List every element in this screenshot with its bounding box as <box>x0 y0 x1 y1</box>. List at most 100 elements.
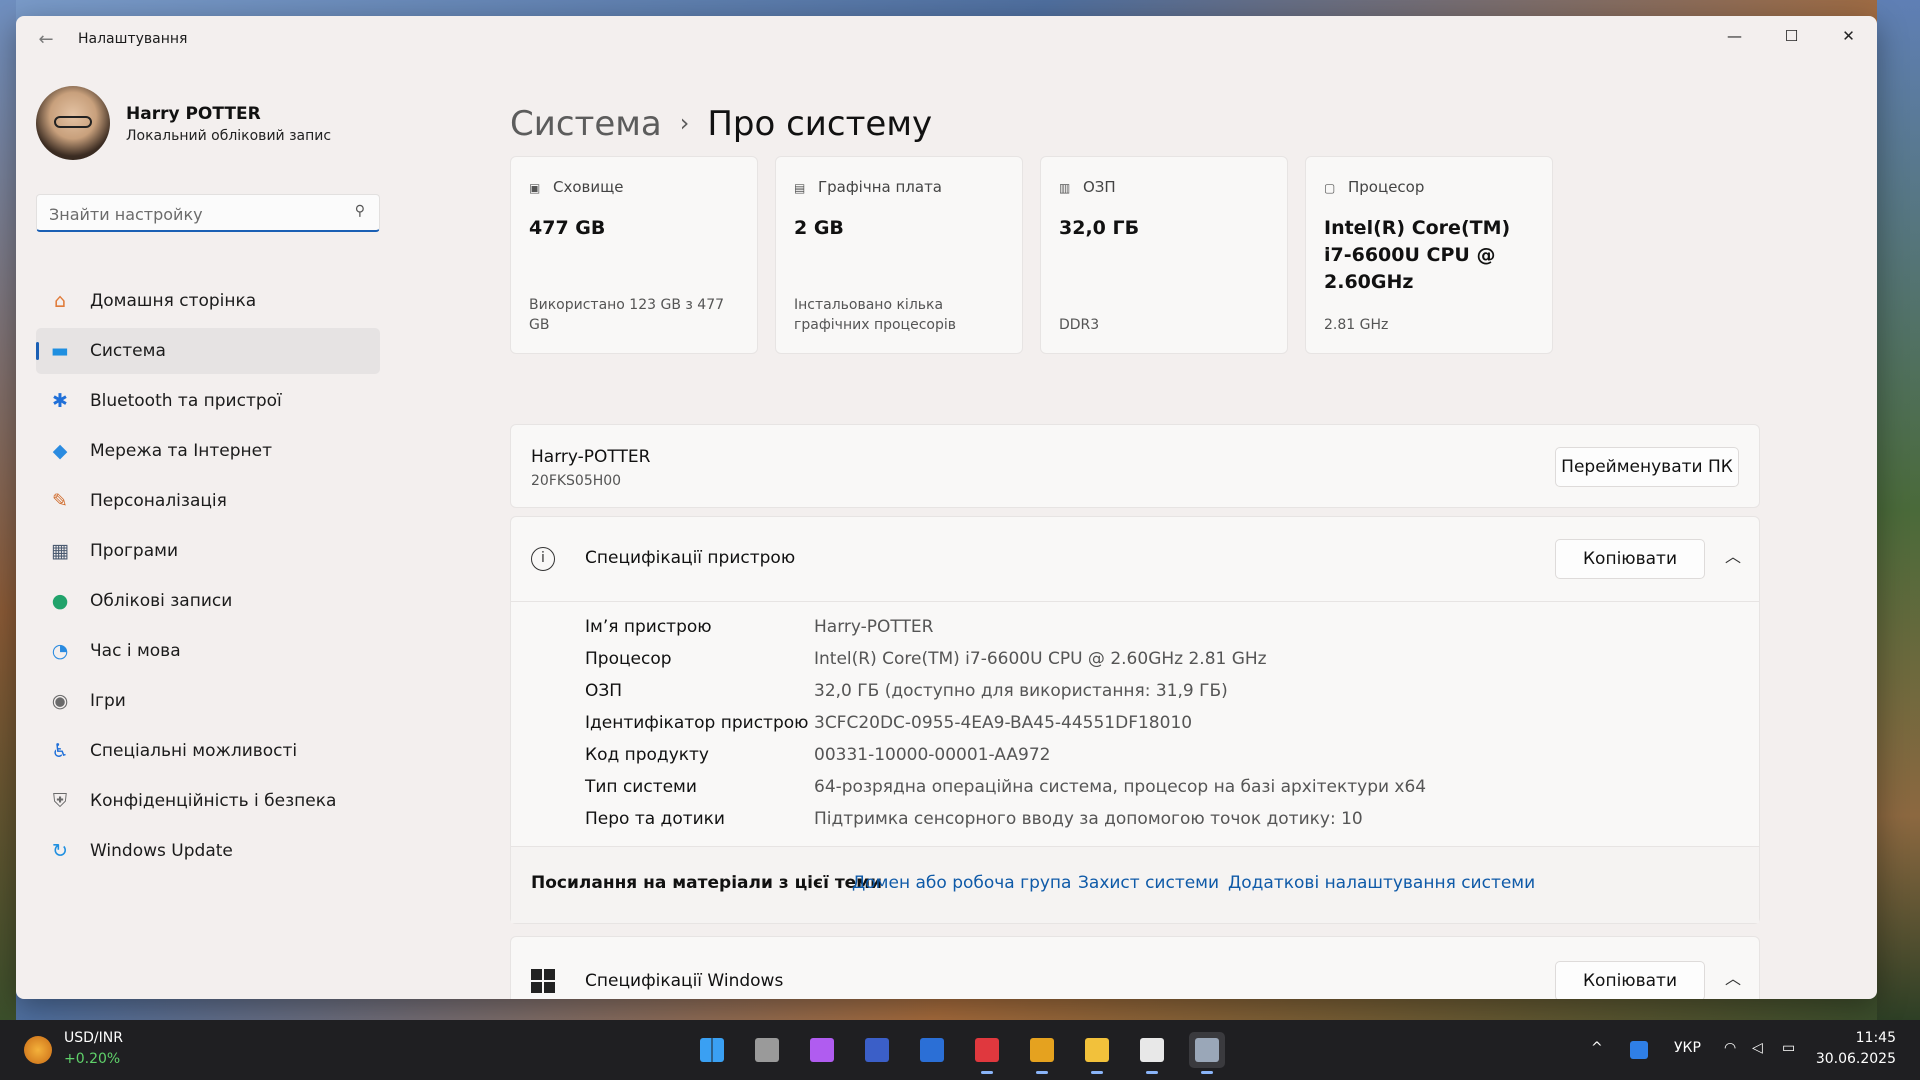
task-view-icon[interactable] <box>749 1032 785 1068</box>
close-button[interactable]: ✕ <box>1820 16 1877 56</box>
word-icon-glyph <box>920 1038 944 1062</box>
pc-name: Harry-POTTER <box>531 447 651 467</box>
copilot-icon[interactable] <box>804 1032 840 1068</box>
clock-globe-icon: ◔ <box>51 640 69 662</box>
currency-widget-icon[interactable] <box>24 1036 52 1064</box>
title-bar[interactable]: ← Налаштування — ☐ ✕ <box>16 16 1877 64</box>
red-app-icon[interactable] <box>969 1032 1005 1074</box>
related-links-bar: Посилання на матеріали з цієї теми Домен… <box>511 846 1759 923</box>
account-type: Локальний обліковий запис <box>126 128 332 144</box>
widget-change[interactable]: +0.20% <box>64 1051 120 1067</box>
sidebar-item-label: Мережа та Інтернет <box>90 441 272 461</box>
gpu-card[interactable]: ▤ Графічна плата 2 GB Інстальовано кільк… <box>775 156 1023 354</box>
sidebar-item-label: Час і мова <box>90 641 181 661</box>
chevron-up-icon[interactable]: ︿ <box>1725 965 1741 989</box>
cpu-card[interactable]: ▢ Процесор Intel(R) Core(TM) i7-6600U CP… <box>1305 156 1553 354</box>
battery-icon[interactable]: ▭ <box>1782 1040 1795 1056</box>
wifi-icon: ◆ <box>52 440 68 462</box>
clock-time[interactable]: 11:45 <box>1856 1030 1896 1046</box>
chrome-icon[interactable] <box>1024 1032 1060 1074</box>
defender-tray-icon[interactable] <box>1630 1041 1648 1059</box>
sidebar-item-label: Конфіденційність і безпека <box>90 791 337 811</box>
account-icon: ● <box>51 590 69 612</box>
spec-key: Ім’я пристрою <box>585 617 712 637</box>
sidebar-item-label: Програми <box>90 541 178 561</box>
start-icon-glyph <box>700 1038 724 1062</box>
device-specs-header[interactable]: i Специфікації пристрою Копіювати ︿ <box>511 517 1759 602</box>
card-value: 32,0 ГБ <box>1059 217 1140 239</box>
sidebar-item-home[interactable]: ⌂ Домашня сторінка <box>36 278 380 324</box>
chrome-icon-glyph <box>1030 1038 1054 1062</box>
device-specs-title: Специфікації пристрою <box>585 548 796 568</box>
gamepad-icon: ◉ <box>51 690 69 712</box>
spec-value: 3CFC20DC-0955-4EA9-BA45-44551DF18010 <box>814 713 1193 733</box>
windows-specs-panel[interactable]: Специфікації Windows Копіювати ︿ <box>510 936 1760 999</box>
card-detail: 2.81 GHz <box>1324 317 1389 333</box>
search-box[interactable]: ⚲ <box>36 194 380 232</box>
sidebar-item-label: Персоналізація <box>90 491 227 511</box>
floppy-app-icon-glyph <box>865 1038 889 1062</box>
sidebar-item-accessibility[interactable]: ♿ Спеціальні можливості <box>36 728 380 774</box>
card-title: Сховище <box>553 178 624 196</box>
show-hidden-icons-chevron[interactable]: ^ <box>1591 1040 1603 1056</box>
rename-pc-button[interactable]: Перейменувати ПК <box>1555 447 1739 487</box>
file-explorer-icon-glyph <box>1085 1038 1109 1062</box>
search-icon[interactable]: ⚲ <box>355 203 365 219</box>
sidebar-item-update[interactable]: ↻ Windows Update <box>36 828 380 874</box>
ram-icon: ▥ <box>1059 181 1071 195</box>
avatar-glasses <box>54 116 92 128</box>
advanced-system-settings-link[interactable]: Додаткові налаштування системи <box>1228 873 1535 893</box>
search-input[interactable] <box>47 201 341 227</box>
file-explorer-icon[interactable] <box>1079 1032 1115 1074</box>
sidebar-item-system[interactable]: ▬ Система <box>36 328 380 374</box>
sidebar-item-brush[interactable]: ✎ Персоналізація <box>36 478 380 524</box>
minimize-button[interactable]: — <box>1706 16 1763 56</box>
clock-date[interactable]: 30.06.2025 <box>1816 1051 1896 1067</box>
system-protection-link[interactable]: Захист системи <box>1078 873 1219 893</box>
chevron-right-icon: › <box>679 109 690 137</box>
breadcrumb: Система › Про систему <box>510 104 932 144</box>
card-detail: DDR3 <box>1059 317 1100 333</box>
card-value: 2 GB <box>794 217 844 239</box>
sidebar-item-bluetooth[interactable]: ✱ Bluetooth та пристрої <box>36 378 380 424</box>
input-language[interactable]: УКР <box>1674 1040 1701 1056</box>
breadcrumb-parent[interactable]: Система <box>510 104 662 144</box>
back-arrow-icon[interactable]: ← <box>34 28 58 52</box>
maximize-button[interactable]: ☐ <box>1763 16 1820 56</box>
wifi-icon[interactable]: ◠ <box>1724 1040 1736 1056</box>
domain-workgroup-link[interactable]: Домен або робоча група <box>852 873 1071 893</box>
avatar[interactable] <box>36 86 110 160</box>
settings-icon[interactable] <box>1189 1032 1225 1074</box>
storage-icon: ▣ <box>529 181 541 195</box>
sidebar-item-clock-globe[interactable]: ◔ Час і мова <box>36 628 380 674</box>
sidebar-item-label: Спеціальні можливості <box>90 741 298 761</box>
volume-icon[interactable]: ◁ <box>1752 1040 1763 1056</box>
brush-icon: ✎ <box>52 490 68 512</box>
storage-card[interactable]: ▣ Сховище 477 GB Використано 123 GB з 47… <box>510 156 758 354</box>
copy-windows-specs-button[interactable]: Копіювати <box>1555 961 1705 999</box>
chevron-up-icon[interactable]: ︿ <box>1725 543 1741 567</box>
sidebar-item-shield[interactable]: ⛨ Конфіденційність і безпека <box>36 778 380 824</box>
sidebar-item-gamepad[interactable]: ◉ Ігри <box>36 678 380 724</box>
spec-key: Код продукту <box>585 745 709 765</box>
user-name: Harry POTTER <box>126 104 261 124</box>
ram-card[interactable]: ▥ ОЗП 32,0 ГБ DDR3 <box>1040 156 1288 354</box>
sidebar-item-wifi[interactable]: ◆ Мережа та Інтернет <box>36 428 380 474</box>
sidebar-item-account[interactable]: ● Облікові записи <box>36 578 380 624</box>
copilot-icon-glyph <box>810 1038 834 1062</box>
floppy-app-icon[interactable] <box>859 1032 895 1068</box>
spec-value: Harry-POTTER <box>814 617 934 637</box>
related-links-label: Посилання на матеріали з цієї теми <box>531 873 883 893</box>
system-icon: ▬ <box>51 340 69 362</box>
shield-icon: ⛨ <box>52 790 68 812</box>
sidebar-item-apps[interactable]: ▦ Програми <box>36 528 380 574</box>
copy-device-specs-button[interactable]: Копіювати <box>1555 539 1705 579</box>
device-specs-panel: i Специфікації пристрою Копіювати ︿ Ім’я… <box>510 516 1760 924</box>
start-icon[interactable] <box>694 1032 730 1068</box>
task-view-icon-glyph <box>755 1038 779 1062</box>
spec-value: 32,0 ГБ (доступно для використання: 31,9… <box>814 681 1228 701</box>
widget-title[interactable]: USD/INR <box>64 1030 123 1046</box>
store-icon[interactable] <box>1134 1032 1170 1074</box>
word-icon[interactable] <box>914 1032 950 1068</box>
bluetooth-icon: ✱ <box>52 390 68 412</box>
